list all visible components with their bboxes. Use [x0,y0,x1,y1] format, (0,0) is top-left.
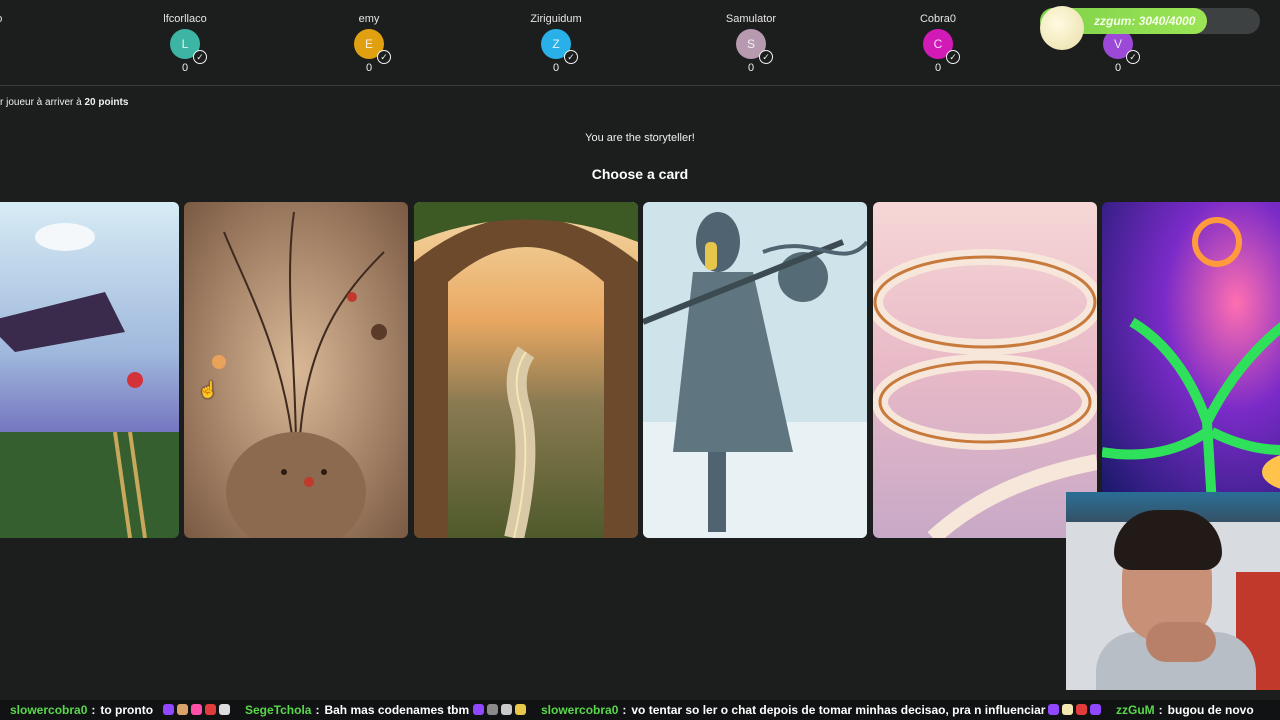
badge-icon [501,704,512,715]
badge-icon [205,704,216,715]
player-slot: emy E ✓ 0 [309,12,429,74]
player-name: Samulator [725,13,777,25]
card-dreamer-floating[interactable] [0,202,179,538]
player-slot: lfcorllaco L ✓ 0 [125,12,245,74]
chat-separator: : [91,703,96,717]
player-slot: Ziriguidum Z ✓ 0 [496,12,616,74]
chat-text: vo tentar so ler o chat depois de tomar … [631,703,1046,717]
badge-icon [1076,704,1087,715]
stream-goal-progress: zzgum: 3040/4000 [1040,6,1260,50]
chat-emotes [1048,704,1104,720]
player-score: 0 [1114,62,1122,74]
chat-username: slowercobra0 [10,703,88,717]
badge-icon [487,704,498,715]
player-name: lfcorllaco [163,13,207,25]
twitch-icon [1048,704,1059,715]
chat-message: slowercobra0: vo tentar so ler o chat dep… [541,700,1045,720]
lantern-creature-card-icon [184,202,408,538]
badge-icon [515,704,526,715]
badge-icon [219,704,230,715]
card-lantern-creature[interactable] [184,202,408,538]
avatar-initial: V [1113,37,1122,51]
chat-emotes [163,704,233,720]
avatar-initial: Z [552,37,560,51]
chat-message: slowercobra0: to pronto [10,700,153,720]
player-name: Cobra0 [919,13,957,25]
chat-ticker: slowercobra0: to pronto SegeTchola: Bah ma… [0,700,1280,720]
storyteller-notice: You are the storyteller! [585,132,695,144]
avatar-initial: S [746,37,755,51]
player-slot: ano [0,12,24,26]
rule-text: r joueur à arriver à [0,97,85,108]
player-score: 0 [747,62,755,74]
dreamer-floating-card-icon [0,202,179,538]
player-name: emy [358,13,380,25]
badge-icon [1062,704,1073,715]
player-slot: Cobra0 C ✓ 0 [878,12,998,74]
chat-separator: : [1158,703,1163,717]
player-score: 0 [552,62,560,74]
heart-icon [191,704,202,715]
webcam-person [1114,510,1222,570]
twitch-icon [163,704,174,715]
badge-icon [177,704,188,715]
chat-username: slowercobra0 [541,703,619,717]
rule-points: 20 points [84,97,129,108]
check-icon: ✓ [564,50,578,64]
avatar-initial: L [181,37,189,51]
stone-arch-road-card-icon [414,202,638,538]
spiral-staircase-card-icon [873,202,1097,538]
orb-icon [1040,6,1084,50]
choose-card-heading: Choose a card [591,166,689,182]
check-icon: ✓ [946,50,960,64]
player-slot: Samulator S ✓ 0 [691,12,811,74]
players-bar: ano lfcorllaco L ✓ 0 emy E ✓ 0 Ziriguidu… [0,0,1280,86]
card-glowing-tree[interactable] [1102,202,1280,538]
player-name: Ziriguidum [530,13,582,25]
chat-text: bugou de novo [1167,703,1254,717]
progress-label: zzgum: 3040/4000 [1094,14,1196,28]
chat-separator: : [622,703,627,717]
webcam-overlay [1066,492,1280,690]
chat-text: Bah mas codenames tbm [324,703,470,717]
chat-message: zzGuM: bugou de novo [1116,700,1254,720]
avatar: L ✓ [170,29,207,64]
chat-text: to pronto [100,703,154,717]
avatar: Z ✓ [541,29,578,64]
player-score: 0 [365,62,373,74]
card-spiral-staircase[interactable] [873,202,1097,538]
badge-icon [1090,704,1101,715]
check-icon: ✓ [759,50,773,64]
avatar: S ✓ [736,29,773,64]
avatar-initial: E [364,37,373,51]
card-armored-wanderer[interactable] [643,202,867,538]
player-score: 0 [934,62,942,74]
card-stone-arch-road[interactable] [414,202,638,538]
player-score: 0 [181,62,189,74]
avatar-initial: C [933,37,943,51]
chat-emotes [473,704,529,720]
twitch-icon [473,704,484,715]
chat-username: zzGuM [1116,703,1155,717]
player-name: ano [0,12,24,26]
check-icon: ✓ [193,50,207,64]
check-icon: ✓ [377,50,391,64]
chat-username: SegeTchola [245,703,312,717]
check-icon: ✓ [1126,50,1140,64]
hand-cursor-icon: ☝ [198,382,218,399]
avatar: E ✓ [354,29,391,64]
armored-wanderer-card-icon [643,202,867,538]
webcam-person [1146,622,1216,662]
chat-separator: : [315,703,320,717]
avatar: C ✓ [923,29,960,64]
glowing-tree-card-icon [1102,202,1280,538]
game-rule: r joueur à arriver à 20 points [0,97,128,108]
chat-message: SegeTchola: Bah mas codenames tbm [245,700,469,720]
